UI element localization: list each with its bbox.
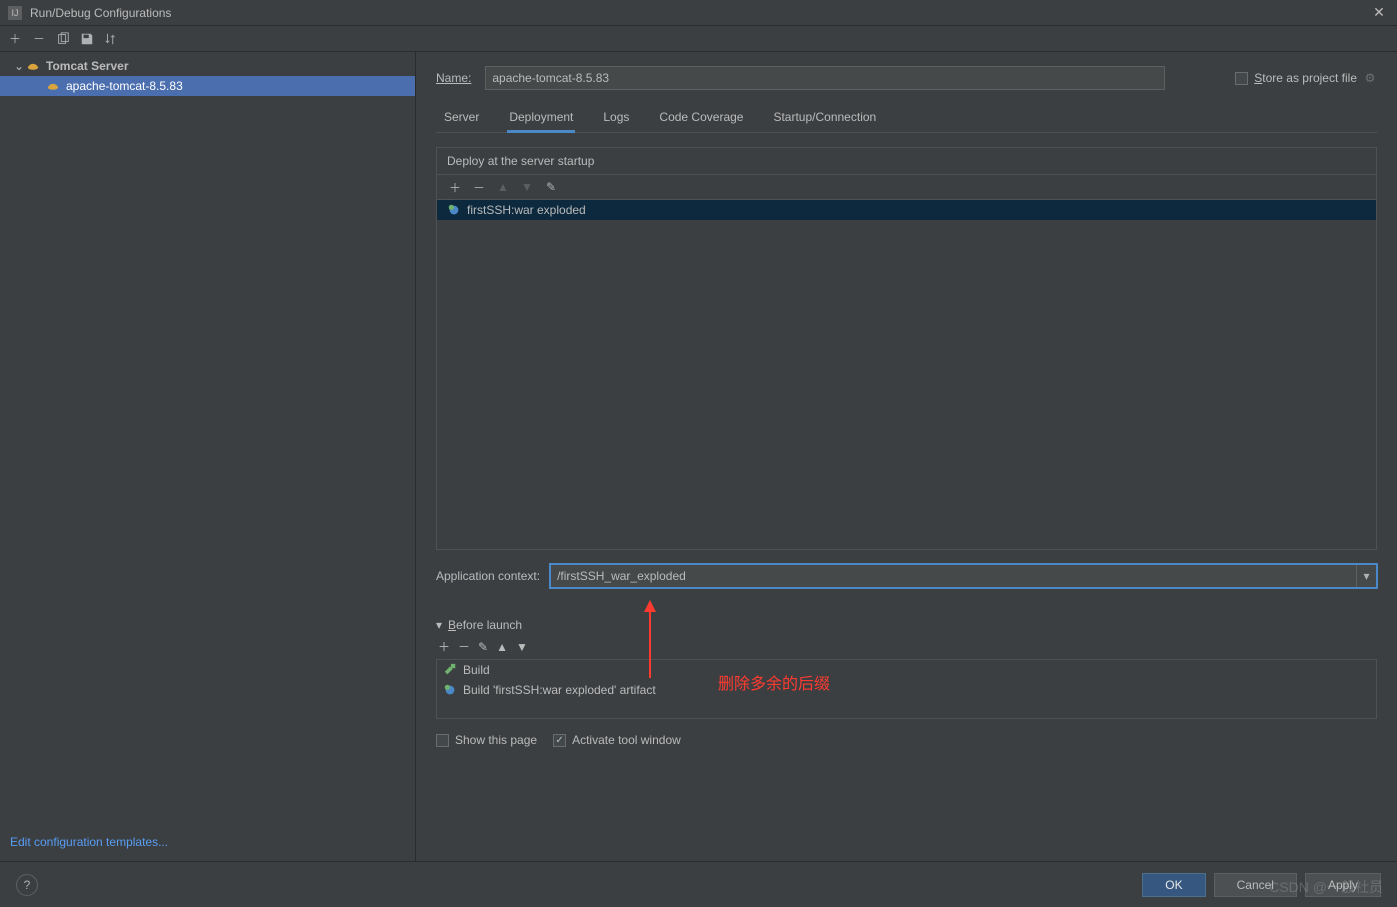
apply-button[interactable]: Apply [1305,873,1381,897]
chevron-down-icon: ▾ [436,618,442,632]
before-launch-title: Before launch [448,618,522,632]
app-context-label: Application context: [436,569,540,583]
artifact-list[interactable]: firstSSH:war exploded [437,199,1376,549]
name-row: Name: Store as project file ⚙ [436,66,1377,90]
artifact-label: firstSSH:war exploded [467,203,586,217]
show-this-page-checkbox[interactable]: Show this page [436,733,537,747]
artifact-item[interactable]: firstSSH:war exploded [437,200,1376,220]
copy-icon[interactable] [54,30,72,48]
before-launch-item[interactable]: Build [437,660,1376,680]
chevron-down-icon[interactable]: ▾ [1356,565,1376,587]
edit-templates-link[interactable]: Edit configuration templates... [10,835,168,849]
app-icon: IJ [8,6,22,20]
save-icon[interactable] [78,30,96,48]
remove-task-icon: － [458,638,470,655]
add-artifact-icon[interactable]: ＋ [447,179,463,195]
cancel-button[interactable]: Cancel [1214,873,1297,897]
tabs: Server Deployment Logs Code Coverage Sta… [436,104,1377,133]
move-up-icon: ▲ [495,179,511,195]
move-up-icon: ▲ [496,640,508,654]
chevron-down-icon: ⌄ [14,59,26,73]
config-tree: ⌄ Tomcat Server apache-tomcat-8.5.83 [0,52,415,827]
add-icon[interactable]: ＋ [6,30,24,48]
tree-group-label: Tomcat Server [46,59,128,73]
sidebar-toolbar: ＋ － [0,26,1397,52]
name-input[interactable] [485,66,1165,90]
tree-item-apache-tomcat[interactable]: apache-tomcat-8.5.83 [0,76,415,96]
activate-tool-window-checkbox[interactable]: ✓ Activate tool window [553,733,681,747]
ok-button[interactable]: OK [1142,873,1205,897]
store-as-project-file[interactable]: Store as project file ⚙ [1235,71,1377,85]
before-launch-item-label: Build [463,663,490,677]
before-launch-section: ▾ Before launch ＋ － ✎ ▲ ▼ Build Build 'f… [436,618,1377,719]
footer-buttons: OK Cancel Apply [1142,873,1381,897]
before-launch-item[interactable]: Build 'firstSSH:war exploded' artifact [437,680,1376,700]
titlebar: IJ Run/Debug Configurations ✕ [0,0,1397,26]
content-panel: Name: Store as project file ⚙ Server Dep… [416,52,1397,861]
edit-templates-link-wrap: Edit configuration templates... [0,827,415,861]
tab-server[interactable]: Server [442,104,481,132]
sidebar: ⌄ Tomcat Server apache-tomcat-8.5.83 Edi… [0,52,416,861]
tab-logs[interactable]: Logs [601,104,631,132]
add-task-icon[interactable]: ＋ [438,638,450,655]
store-checkbox[interactable] [1235,72,1248,85]
artifact-icon [447,203,461,217]
before-launch-toolbar: ＋ － ✎ ▲ ▼ [436,632,1377,659]
tree-item-label: apache-tomcat-8.5.83 [66,79,183,93]
help-icon[interactable]: ? [16,874,38,896]
app-context-input[interactable] [551,569,1356,583]
move-down-icon: ▼ [519,179,535,195]
before-launch-item-label: Build 'firstSSH:war exploded' artifact [463,683,656,697]
deploy-section: Deploy at the server startup ＋ － ▲ ▼ ✎ f… [436,147,1377,550]
app-context-combo[interactable]: ▾ [550,564,1377,588]
remove-artifact-icon[interactable]: － [471,179,487,195]
checks-row: Show this page ✓ Activate tool window [436,733,1377,747]
checkbox-checked[interactable]: ✓ [553,734,566,747]
before-launch-header[interactable]: ▾ Before launch [436,618,1377,632]
show-this-page-label: Show this page [455,733,537,747]
name-label: Name: [436,71,471,85]
footer: ? OK Cancel Apply [0,861,1397,907]
activate-tool-window-label: Activate tool window [572,733,681,747]
tree-group-tomcat[interactable]: ⌄ Tomcat Server [0,56,415,76]
app-context-row: Application context: ▾ [436,564,1377,588]
hammer-icon [443,663,457,677]
sort-icon [102,30,120,48]
edit-task-icon: ✎ [478,640,488,654]
before-launch-list[interactable]: Build Build 'firstSSH:war exploded' arti… [436,659,1377,719]
gear-icon[interactable]: ⚙ [1363,71,1377,85]
main-area: ⌄ Tomcat Server apache-tomcat-8.5.83 Edi… [0,52,1397,861]
artifact-toolbar: ＋ － ▲ ▼ ✎ [437,175,1376,199]
tomcat-icon [46,79,60,93]
tab-deployment[interactable]: Deployment [507,104,575,132]
tomcat-icon [26,59,40,73]
window-title: Run/Debug Configurations [30,6,1369,20]
edit-artifact-icon[interactable]: ✎ [543,179,559,195]
deploy-section-title: Deploy at the server startup [437,148,1376,175]
move-down-icon: ▼ [516,640,528,654]
tab-startup-connection[interactable]: Startup/Connection [771,104,878,132]
store-label: Store as project file [1254,71,1357,85]
artifact-icon [443,683,457,697]
checkbox-empty[interactable] [436,734,449,747]
remove-icon[interactable]: － [30,30,48,48]
tab-code-coverage[interactable]: Code Coverage [657,104,745,132]
close-icon[interactable]: ✕ [1369,4,1389,21]
